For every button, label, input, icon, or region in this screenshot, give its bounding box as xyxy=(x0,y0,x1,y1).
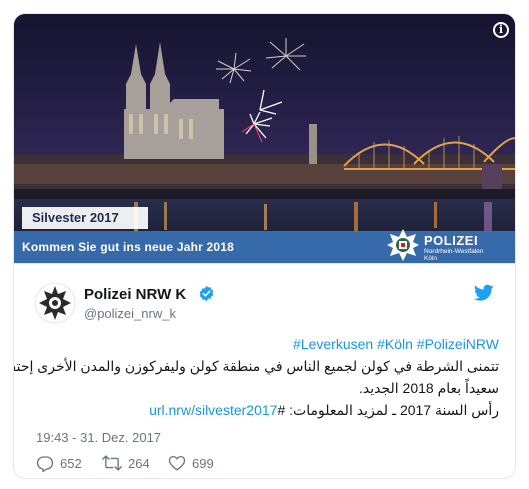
author-handle[interactable]: @polizei_nrw_k xyxy=(84,306,176,321)
retweet-count: 264 xyxy=(128,455,150,471)
media-tag-label: Silvester 2017 xyxy=(22,207,148,229)
tweet-hashtags[interactable]: #Leverkusen #Köln #PolizeiNRW xyxy=(32,333,499,355)
tweet-timestamp[interactable]: 19:43 - 31. Dez. 2017 xyxy=(36,430,161,445)
tweet-body-line-3-text: رأس السنة 2017 ـ لمزيد المعلومات: # xyxy=(277,402,499,418)
tweet-body-line-1: تتمنى الشرطة في كولن لجميع الناس في منطق… xyxy=(13,358,499,374)
police-name-label: POLIZEI xyxy=(424,233,479,248)
verified-badge-icon xyxy=(199,286,214,301)
reply-icon xyxy=(36,456,54,472)
media-greeting: Kommen Sie gut ins neue Jahr 2018 xyxy=(22,240,235,254)
tweet-link[interactable]: url.nrw/silvester2017 xyxy=(149,402,277,418)
author-display-name[interactable]: Polizei NRW K xyxy=(84,286,186,303)
police-star-icon xyxy=(387,229,419,261)
police-region-label: Nordrhein-Westfalen Köln xyxy=(424,248,484,262)
retweet-button[interactable]: 264 xyxy=(102,453,150,473)
reply-count: 652 xyxy=(60,455,82,471)
like-button[interactable]: 699 xyxy=(168,453,214,473)
retweet-icon xyxy=(102,455,122,471)
tweet-media-image[interactable]: i Silvester 2017 Kommen Sie gut ins neue… xyxy=(14,14,515,264)
tweet-card[interactable]: i Silvester 2017 Kommen Sie gut ins neue… xyxy=(13,13,516,479)
like-count: 699 xyxy=(192,455,214,471)
tweet-text: #Leverkusen #Köln #PolizeiNRW تتمنى الشر… xyxy=(13,333,499,421)
police-region: Nordrhein-Westfalen xyxy=(424,248,484,255)
reply-button[interactable]: 652 xyxy=(36,453,82,473)
avatar[interactable] xyxy=(34,282,76,324)
like-icon xyxy=(168,455,186,471)
twitter-bird-icon[interactable] xyxy=(474,284,494,302)
police-city: Köln xyxy=(424,255,438,262)
info-icon[interactable]: i xyxy=(493,22,509,38)
tweet-body-line-2: سعيداً بعام 2018 الجديد. xyxy=(358,380,499,396)
tweet-body-line-3: رأس السنة 2017 ـ لمزيد المعلومات: #url.n… xyxy=(32,399,499,421)
